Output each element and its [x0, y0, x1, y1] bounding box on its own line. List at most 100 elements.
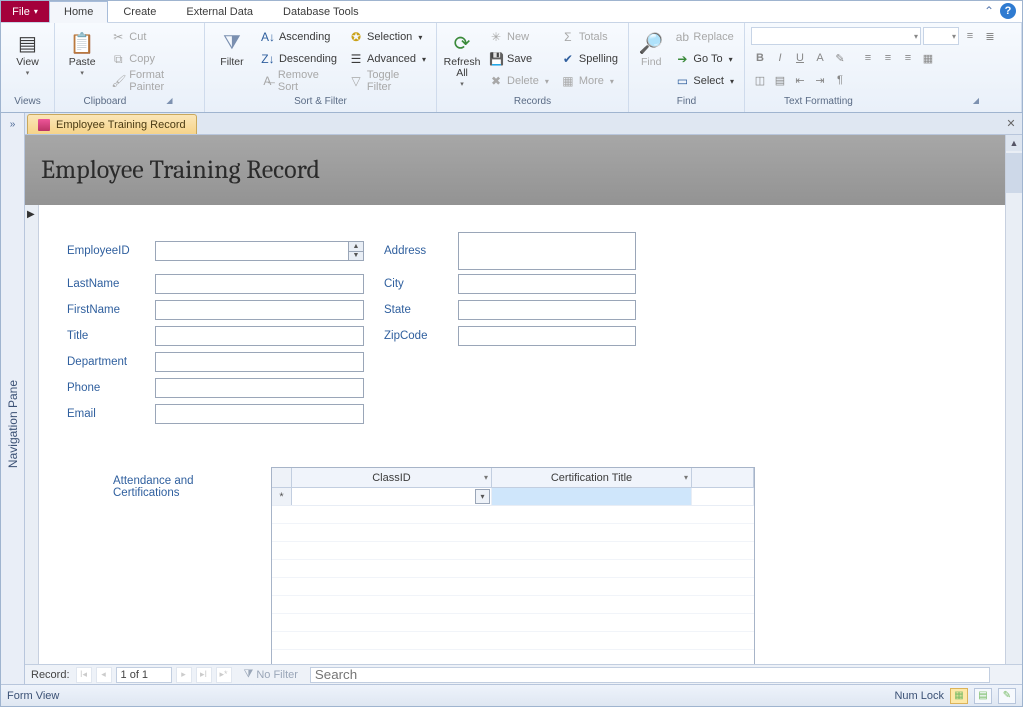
- funnel-icon: ⧩: [218, 29, 246, 57]
- new-record-button[interactable]: ✳New: [485, 27, 553, 47]
- ascending-button[interactable]: A↓Ascending: [257, 27, 341, 47]
- city-field[interactable]: [458, 274, 636, 294]
- spelling-button[interactable]: ✔Spelling: [557, 49, 622, 69]
- scroll-up-icon[interactable]: ▲: [1006, 135, 1022, 151]
- lastname-field[interactable]: [155, 274, 364, 294]
- scroll-thumb[interactable]: [1006, 153, 1022, 193]
- form-view-button[interactable]: ▦: [950, 688, 968, 704]
- delete-record-button[interactable]: ✖Delete▾: [485, 71, 553, 91]
- cut-button[interactable]: ✂Cut: [107, 27, 198, 47]
- select-button[interactable]: ▭Select▾: [671, 71, 738, 91]
- classid-cell[interactable]: ▾: [292, 488, 492, 505]
- record-search-input[interactable]: [310, 667, 990, 683]
- phone-field[interactable]: [155, 378, 364, 398]
- first-record-button[interactable]: I◂: [76, 667, 92, 683]
- font-size-select[interactable]: ▾: [923, 27, 959, 45]
- close-document-button[interactable]: ✕: [1004, 116, 1018, 130]
- layout-view-button[interactable]: ▤: [974, 688, 992, 704]
- prev-record-button[interactable]: ◂: [96, 667, 112, 683]
- department-field[interactable]: [155, 352, 364, 372]
- align-left-button[interactable]: ≡: [859, 49, 877, 67]
- selection-button[interactable]: ✪Selection▾: [345, 27, 430, 47]
- navigation-pane-collapsed[interactable]: » Navigation Pane: [1, 113, 25, 684]
- italic-button[interactable]: I: [771, 49, 789, 67]
- totals-button[interactable]: ΣTotals: [557, 27, 622, 47]
- format-painter-button[interactable]: 🖌Format Painter: [107, 71, 198, 91]
- spin-up-icon[interactable]: ▲: [348, 242, 363, 252]
- underline-button[interactable]: U: [791, 49, 809, 67]
- file-tab-label: File: [12, 6, 30, 18]
- numbering-icon[interactable]: ≣: [981, 27, 999, 45]
- remove-sort-icon: A̶: [261, 74, 274, 88]
- state-field[interactable]: [458, 300, 636, 320]
- dropdown-icon: ▾: [34, 7, 38, 16]
- tab-database-tools[interactable]: Database Tools: [268, 1, 374, 22]
- highlight-button[interactable]: ✎: [831, 49, 849, 67]
- descending-button[interactable]: Z↓Descending: [257, 49, 341, 69]
- employeeid-field[interactable]: [155, 241, 364, 261]
- title-field[interactable]: [155, 326, 364, 346]
- dropdown-icon[interactable]: ▾: [475, 489, 490, 504]
- align-right-button[interactable]: ≡: [899, 49, 917, 67]
- more-button[interactable]: ▦More▾: [557, 71, 622, 91]
- decrease-indent-button[interactable]: ⇤: [791, 71, 809, 89]
- bold-button[interactable]: B: [751, 49, 769, 67]
- firstname-field[interactable]: [155, 300, 364, 320]
- certtitle-cell[interactable]: [492, 488, 692, 505]
- tab-create[interactable]: Create: [108, 1, 171, 22]
- dropdown-icon: ▾: [26, 69, 30, 77]
- dialog-launcher-icon[interactable]: ◢: [166, 96, 175, 112]
- document-tab[interactable]: Employee Training Record: [27, 114, 197, 134]
- fill-color-button[interactable]: ◫: [751, 71, 769, 89]
- refresh-all-button[interactable]: ⟳ Refresh All ▾: [443, 27, 481, 88]
- file-tab[interactable]: File ▾: [1, 1, 49, 22]
- employeeid-spinner[interactable]: ▲ ▼: [348, 242, 363, 260]
- email-field[interactable]: [155, 404, 364, 424]
- record-selector[interactable]: ▶: [25, 205, 39, 664]
- view-button[interactable]: ▤ View ▾: [7, 27, 48, 77]
- toggle-filter-button[interactable]: ▽Toggle Filter: [345, 71, 430, 91]
- sort-desc-icon: Z↓: [261, 52, 275, 66]
- bullets-icon[interactable]: ≡: [961, 27, 979, 45]
- last-record-button[interactable]: ▸I: [196, 667, 212, 683]
- subform-new-row[interactable]: * ▾: [272, 488, 754, 506]
- goto-button[interactable]: ➔Go To▾: [671, 49, 738, 69]
- record-position-box[interactable]: 1 of 1: [116, 667, 172, 683]
- advanced-button[interactable]: ☰Advanced▾: [345, 49, 430, 69]
- tab-external-data[interactable]: External Data: [171, 1, 268, 22]
- dropdown-icon[interactable]: ▾: [484, 473, 488, 482]
- col-header-certtitle[interactable]: Certification Title ▾: [492, 468, 692, 487]
- copy-button[interactable]: ⧉Copy: [107, 49, 198, 69]
- col-header-classid[interactable]: ClassID▾: [292, 468, 492, 487]
- remove-sort-button[interactable]: A̶Remove Sort: [257, 71, 341, 91]
- next-record-button[interactable]: ▸: [176, 667, 192, 683]
- font-color-button[interactable]: A: [811, 49, 829, 67]
- minimize-ribbon-icon[interactable]: ⌃: [984, 4, 994, 18]
- dropdown-icon[interactable]: ▾: [684, 473, 688, 482]
- design-view-button[interactable]: ✎: [998, 688, 1016, 704]
- save-record-button[interactable]: 💾Save: [485, 49, 553, 69]
- expand-navpane-icon[interactable]: »: [10, 113, 16, 130]
- col-certtitle-label: Certification Title: [551, 472, 632, 484]
- filter-status[interactable]: ⧩No Filter: [244, 668, 298, 681]
- paste-button[interactable]: 📋 Paste ▾: [61, 27, 103, 77]
- subform-select-all[interactable]: [272, 468, 292, 487]
- font-name-select[interactable]: ▾: [751, 27, 921, 45]
- text-direction-button[interactable]: ¶: [831, 71, 849, 89]
- help-icon[interactable]: ?: [1000, 3, 1016, 19]
- zipcode-field[interactable]: [458, 326, 636, 346]
- menu-bar: File ▾ Home Create External Data Databas…: [1, 1, 1022, 23]
- tab-home[interactable]: Home: [49, 1, 108, 23]
- alternate-row-button[interactable]: ▤: [771, 71, 789, 89]
- spin-down-icon[interactable]: ▼: [348, 252, 363, 261]
- align-center-button[interactable]: ≡: [879, 49, 897, 67]
- new-record-nav-button[interactable]: ▸*: [216, 667, 232, 683]
- increase-indent-button[interactable]: ⇥: [811, 71, 829, 89]
- vertical-scrollbar[interactable]: ▲: [1005, 135, 1022, 664]
- gridlines-button[interactable]: ▦: [919, 49, 937, 67]
- address-field[interactable]: [458, 232, 636, 270]
- find-button[interactable]: 🔎 Find: [635, 27, 667, 68]
- replace-button[interactable]: abReplace: [671, 27, 738, 47]
- filter-button[interactable]: ⧩ Filter: [211, 27, 253, 68]
- dialog-launcher-icon[interactable]: ◢: [973, 96, 982, 112]
